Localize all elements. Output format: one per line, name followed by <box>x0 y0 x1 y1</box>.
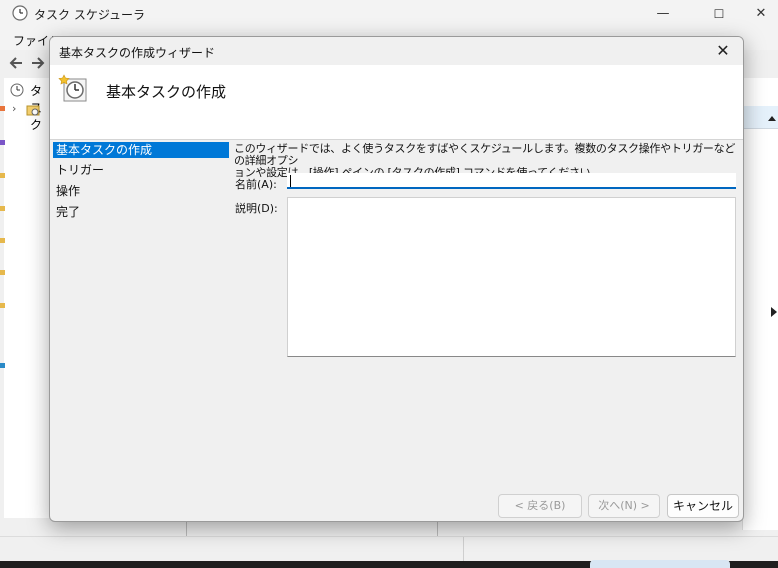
folder-clock-icon <box>26 103 40 120</box>
yellow-marker <box>0 270 5 275</box>
maximize-button[interactable]: ☐ <box>696 2 742 26</box>
cancel-button[interactable]: キャンセル <box>667 494 739 518</box>
clock-icon <box>10 83 24 100</box>
name-input[interactable] <box>287 173 736 189</box>
next-button[interactable]: 次へ(N) > <box>588 494 660 518</box>
forward-arrow-icon[interactable] <box>30 55 46 71</box>
step-finish[interactable]: 完了 <box>53 204 229 220</box>
create-basic-task-wizard: 基本タスクの作成ウィザード ✕ 基本タスクの作成 基本タスクの作成 トリガー 操… <box>49 36 744 522</box>
collapse-up-icon[interactable] <box>767 111 777 125</box>
step-create-basic-task[interactable]: 基本タスクの作成 <box>53 142 229 158</box>
minimize-button[interactable]: — <box>640 2 686 26</box>
taskbar-preview <box>590 560 730 568</box>
actions-pane <box>742 78 778 530</box>
yellow-marker <box>0 303 5 308</box>
main-titlebar: タスク スケジューラ — ☐ ✕ <box>0 0 778 28</box>
header-divider <box>50 139 743 140</box>
purple-marker <box>0 140 5 145</box>
wizard-page-title: 基本タスクの作成 <box>106 83 227 101</box>
yellow-marker <box>0 238 5 243</box>
yellow-marker <box>0 173 5 178</box>
dialog-close-button[interactable]: ✕ <box>709 39 737 63</box>
name-label: 名前(A): <box>235 178 277 191</box>
step-action[interactable]: 操作 <box>53 183 229 199</box>
orange-marker <box>0 106 5 111</box>
close-button[interactable]: ✕ <box>738 2 778 26</box>
status-divider <box>463 537 464 561</box>
dialog-title: 基本タスクの作成ウィザード <box>59 46 216 60</box>
submenu-arrow-icon[interactable] <box>771 306 777 320</box>
wizard-header: 基本タスクの作成 <box>50 65 743 139</box>
step-trigger[interactable]: トリガー <box>53 162 229 178</box>
tree-pane: タスク › <box>4 78 51 530</box>
status-bar <box>0 536 778 561</box>
blue-marker <box>0 363 5 368</box>
chevron-right-icon[interactable]: › <box>12 102 16 115</box>
yellow-marker <box>0 206 5 211</box>
back-button[interactable]: < 戻る(B) <box>498 494 582 518</box>
actions-pane-header[interactable] <box>743 106 778 129</box>
task-wizard-icon <box>58 73 88 103</box>
description-line-1: このウィザードでは、よく使うタスクをすばやくスケジュールします。複数のタスク操作… <box>234 142 736 167</box>
dialog-titlebar: 基本タスクの作成ウィザード ✕ <box>50 37 743 65</box>
text-caret <box>290 175 291 187</box>
main-window-title: タスク スケジューラ <box>34 8 145 22</box>
clock-icon <box>12 5 28 21</box>
description-label: 説明(D): <box>235 202 278 215</box>
description-textarea[interactable] <box>287 197 736 357</box>
left-edge-strip <box>0 78 5 518</box>
back-arrow-icon[interactable] <box>8 55 24 71</box>
